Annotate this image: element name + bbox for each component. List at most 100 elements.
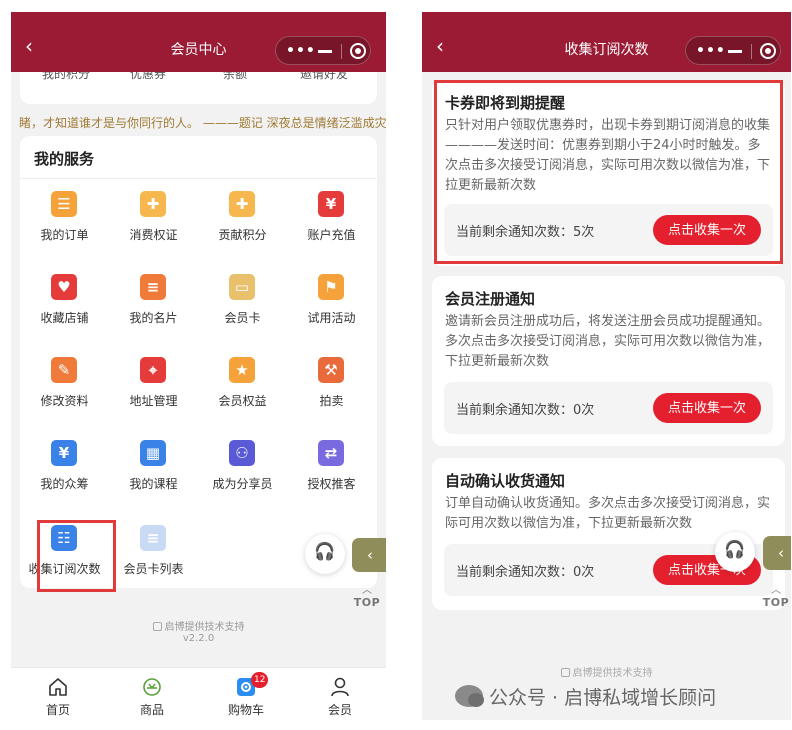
- service-label: 我的众筹: [40, 477, 89, 491]
- capsule-divider: [751, 44, 752, 59]
- service-item[interactable]: ⚇ 成为分享员: [198, 440, 287, 510]
- gift-box-icon: ✚: [229, 191, 255, 217]
- close-target-icon[interactable]: [760, 43, 776, 59]
- service-label: 地址管理: [129, 394, 178, 408]
- divider: [20, 178, 377, 179]
- service-item[interactable]: ⇄ 授权推客: [287, 440, 376, 510]
- customer-service-button[interactable]: 🎧: [305, 534, 345, 574]
- more-dots-icon[interactable]: •••: [696, 43, 726, 59]
- service-item[interactable]: ★ 会员权益: [198, 357, 287, 427]
- service-item[interactable]: ¥ 账户充值: [287, 191, 376, 261]
- trial-flag-icon: ⚑: [318, 274, 344, 300]
- close-target-icon[interactable]: [350, 43, 366, 59]
- tab-home[interactable]: 首页: [11, 668, 105, 720]
- icon-glyph: ≡: [146, 529, 160, 547]
- crowdfunding-icon: ¥: [51, 440, 77, 466]
- course-book-icon: ▦: [140, 440, 166, 466]
- service-item[interactable]: ✚ 贡献积分: [198, 191, 287, 261]
- support-logo-icon: [560, 668, 570, 677]
- card-description: 邀请新会员注册成功后，将发送注册会员成功提醒通知。多次点击多次接受订阅消息，实际…: [445, 314, 771, 369]
- service-item[interactable]: ⚑ 试用活动: [287, 274, 376, 344]
- tab-cart[interactable]: 12 购物车: [199, 668, 293, 720]
- back-to-top-button[interactable]: ︿ TOP: [759, 586, 791, 612]
- business-card-icon: ≡: [140, 274, 166, 300]
- remnant-label: 余额: [223, 72, 248, 81]
- service-item[interactable]: ⚒ 拍卖: [287, 357, 376, 427]
- service-label: 授权推客: [307, 477, 356, 491]
- remnant-label: 我的积分: [42, 72, 91, 81]
- service-label: 消费权证: [129, 228, 178, 242]
- collect-subscription-screen: ‹ 收集订阅次数 ••• 卡券即将到期提醒 只针对用户领取优惠券时，出现卡券到期…: [422, 12, 791, 720]
- remnant-label: 优惠券: [130, 72, 167, 81]
- watermark-text: 公众号 · 启博私域增长顾问: [489, 687, 717, 709]
- remnant-label: 邀请好友: [300, 72, 349, 81]
- icon-glyph: ⌖: [148, 361, 158, 379]
- icon-glyph: ¥: [58, 444, 70, 462]
- mini-program-capsule: •••: [685, 36, 781, 65]
- chevron-up-icon: ︿: [771, 585, 781, 596]
- service-item[interactable]: ⌖ 地址管理: [109, 357, 198, 427]
- support-text: 启博提供技术支持: [572, 668, 653, 679]
- service-item[interactable]: ✚ 消费权证: [109, 191, 198, 261]
- side-collapse-tab[interactable]: ‹: [763, 536, 791, 570]
- tab-member[interactable]: 会员: [293, 668, 386, 720]
- highlight-box: [434, 80, 783, 264]
- minimize-icon[interactable]: [318, 50, 332, 53]
- service-label: 我的订单: [40, 228, 89, 242]
- service-item[interactable]: ☰ 我的订单: [20, 191, 109, 261]
- service-label: 我的名片: [129, 311, 178, 325]
- service-label: 我的课程: [129, 477, 178, 491]
- side-collapse-tab[interactable]: ‹: [352, 538, 386, 572]
- recharge-icon: ¥: [318, 191, 344, 217]
- top-label: TOP: [762, 596, 790, 609]
- service-label: 会员权益: [218, 394, 267, 408]
- card-list-icon: ≡: [140, 525, 166, 551]
- headset-icon: 🎧: [724, 540, 746, 560]
- card-description: 订单自动确认收货通知。多次点击多次接受订阅消息，实际可用次数以微信为准，下拉更新…: [445, 496, 771, 531]
- edit-profile-icon: ✎: [51, 357, 77, 383]
- service-item[interactable]: ▦ 我的课程: [109, 440, 198, 510]
- bottom-tab-bar: 首页 商品 12 购物车 会员: [11, 667, 386, 720]
- remaining-count: 当前剩余通知次数：0次: [456, 403, 595, 418]
- my-services-card: 我的服务 ☰ 我的订单 ✚ 消费权证 ✚ 贡献积分 ¥ 账户充值 ♥ 收藏店铺 ≡ 我的名片 ▭ 会员卡 ⚑…: [20, 136, 377, 592]
- highlight-box: [37, 520, 116, 592]
- nav-bar: ‹ 会员中心 •••: [11, 12, 386, 72]
- service-item[interactable]: ✎ 修改资料: [20, 357, 109, 427]
- icon-glyph: ♥: [57, 278, 71, 296]
- wechat-logo-icon: [455, 685, 484, 707]
- card-title: 会员注册通知: [445, 290, 536, 308]
- count-panel: 当前剩余通知次数：0次 点击收集一次: [444, 382, 773, 434]
- authorize-icon: ⇄: [318, 440, 344, 466]
- service-item[interactable]: ¥ 我的众筹: [20, 440, 109, 510]
- sharer-icon: ⚇: [229, 440, 255, 466]
- icon-glyph: ▭: [234, 278, 250, 296]
- service-item[interactable]: ≡ 我的名片: [109, 274, 198, 344]
- tab-label: 会员: [327, 703, 352, 717]
- minimize-icon[interactable]: [728, 50, 742, 53]
- customer-service-button[interactable]: 🎧: [715, 532, 755, 572]
- more-dots-icon[interactable]: •••: [286, 43, 316, 59]
- icon-glyph: ⚒: [324, 361, 338, 379]
- service-label: 会员卡: [224, 311, 261, 325]
- service-label: 试用活动: [307, 311, 356, 325]
- location-icon: ⌖: [140, 357, 166, 383]
- member-center-screen: ‹ 会员中心 ••• 我的积分 优惠券 余额 邀请好友 睹，才知道谁才是与你同行…: [11, 12, 386, 720]
- version-label: v2.2.0: [182, 633, 215, 644]
- cart-count-badge: 12: [251, 672, 269, 688]
- nav-bar: ‹ 收集订阅次数 •••: [422, 12, 791, 72]
- icon-glyph: ★: [235, 361, 249, 379]
- auction-hammer-icon: ⚒: [318, 357, 344, 383]
- wechat-official-account-watermark: 公众号 · 启博私域增长顾问: [455, 683, 716, 713]
- member-icon: [331, 677, 349, 697]
- clipboard-icon: ☰: [51, 191, 77, 217]
- collect-once-button[interactable]: 点击收集一次: [653, 393, 761, 423]
- service-item[interactable]: ♥ 收藏店铺: [20, 274, 109, 344]
- service-item[interactable]: ≡ 会员卡列表: [109, 525, 198, 595]
- service-label: 拍卖: [319, 394, 344, 408]
- back-to-top-button[interactable]: ︿ TOP: [350, 586, 384, 612]
- service-label: 修改资料: [40, 394, 89, 408]
- service-item[interactable]: ▭ 会员卡: [198, 274, 287, 344]
- tab-goods[interactable]: 商品: [105, 668, 199, 720]
- icon-glyph: ¥: [325, 195, 337, 213]
- card-title: 自动确认收货通知: [445, 472, 566, 490]
